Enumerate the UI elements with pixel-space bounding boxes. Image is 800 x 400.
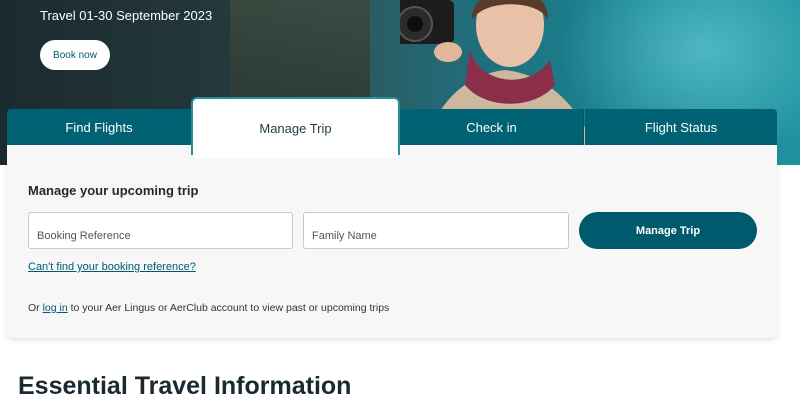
tab-flight-status[interactable]: Flight Status [585,109,777,145]
book-now-button[interactable]: Book now [40,40,110,70]
essential-travel-heading: Essential Travel Information [18,372,352,400]
family-name-input[interactable]: Family Name [303,212,569,249]
tab-find-flights[interactable]: Find Flights [7,109,191,145]
manage-trip-button[interactable]: Manage Trip [579,212,757,249]
log-in-link[interactable]: log in [43,302,68,314]
manage-trip-panel: Manage your upcoming trip Booking Refere… [7,145,777,338]
booking-reference-input[interactable]: Booking Reference [28,212,293,249]
tab-check-in[interactable]: Check in [400,109,584,145]
login-suffix-text: to your Aer Lingus or AerClub account to… [70,302,390,314]
panel-title: Manage your upcoming trip [28,183,199,198]
tab-manage-trip[interactable]: Manage Trip [191,97,400,158]
login-prompt: Or log in to your Aer Lingus or AerClub … [28,302,389,314]
travel-dates-text: Travel 01-30 September 2023 [40,8,213,23]
cant-find-reference-link[interactable]: Can't find your booking reference? [28,261,196,273]
login-prefix-text: Or [28,302,40,314]
